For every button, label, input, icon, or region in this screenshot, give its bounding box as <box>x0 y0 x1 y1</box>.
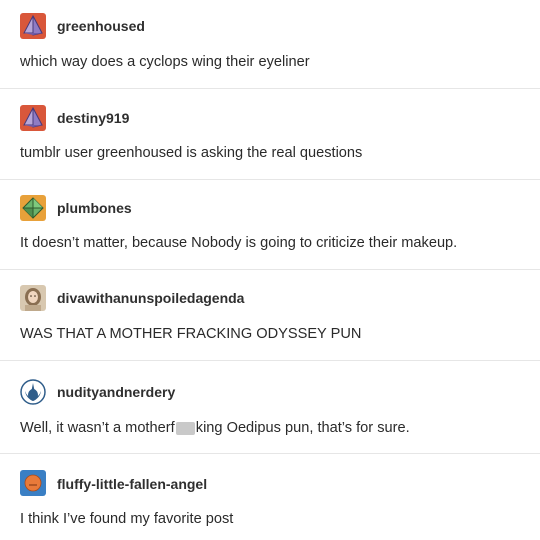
pyramid-icon <box>20 105 46 131</box>
username[interactable]: fluffy-little-fallen-angel <box>57 475 207 493</box>
reblog-entry: greenhoused which way does a cyclops win… <box>0 0 540 88</box>
post-text-end: king Oedipus pun, that’s for sure. <box>195 420 410 436</box>
portrait-icon <box>20 285 46 311</box>
pyramid-icon <box>20 13 46 39</box>
diamond-icon <box>20 195 46 221</box>
avatar[interactable] <box>20 470 46 496</box>
reblog-thread: greenhoused which way does a cyclops win… <box>0 0 540 540</box>
post-text: which way does a cyclops wing their eyel… <box>20 54 310 70</box>
censored-word: uck <box>175 422 195 435</box>
username[interactable]: divawithanunspoiledagenda <box>57 289 244 307</box>
orange-face-icon <box>20 470 46 496</box>
post-text: Well, it wasn’t a motherf uck king Oedipus… <box>20 418 525 438</box>
rebel-alliance-icon <box>20 379 46 405</box>
post-text: I think I’ve found my favorite post <box>20 511 234 527</box>
post-text: It doesn’t matter, because Nobody is goi… <box>20 235 458 251</box>
username[interactable]: plumbones <box>57 199 132 217</box>
avatar[interactable] <box>20 195 46 221</box>
reblog-entry: destiny919 tumblr user greenhoused is as… <box>0 89 540 179</box>
post-text-start: Well, it wasn’t a motherf <box>20 420 175 436</box>
post-text: WAS THAT A MOTHER FRACKING ODYSSEY PUN <box>20 326 362 342</box>
reblog-entry: nudityandnerdery Well, it wasn’t a mothe… <box>0 361 540 453</box>
username[interactable]: destiny919 <box>57 109 129 127</box>
avatar[interactable] <box>20 105 46 131</box>
username[interactable]: nudityandnerdery <box>57 383 175 401</box>
reblog-entry: plumbones It doesn’t matter, because Nob… <box>0 180 540 269</box>
reblog-entry: divawithanunspoiledagenda WAS THAT A MOT… <box>0 270 540 360</box>
avatar[interactable] <box>20 13 46 39</box>
avatar[interactable] <box>20 285 46 311</box>
reblog-entry: fluffy-little-fallen-angel I think I’ve … <box>0 454 540 540</box>
username[interactable]: greenhoused <box>57 17 145 35</box>
post-text: tumblr user greenhoused is asking the re… <box>20 145 363 161</box>
avatar[interactable] <box>20 379 46 405</box>
